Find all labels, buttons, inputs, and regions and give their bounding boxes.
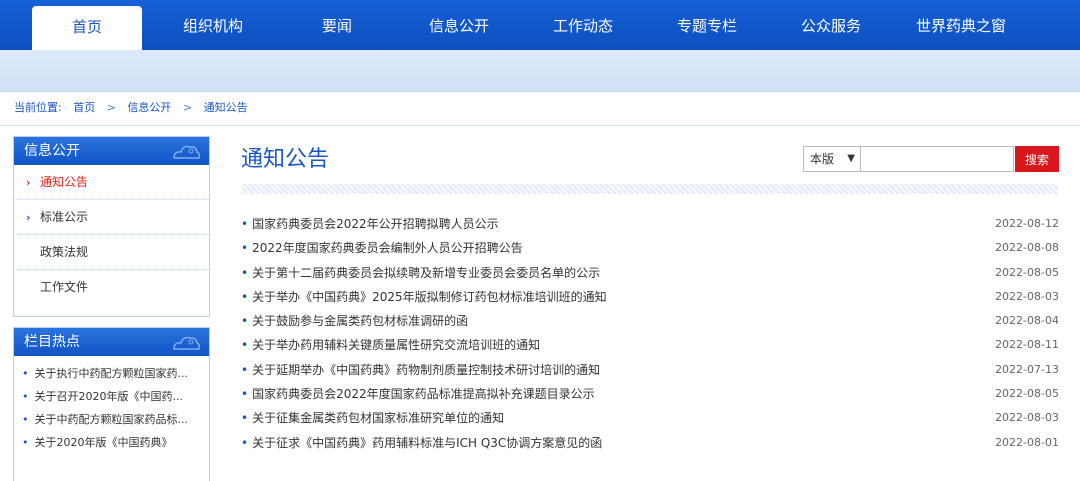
hot-topic-item[interactable]: • 关于召开2020年版《中国药... [14,385,209,408]
hot-topic-item[interactable]: • 关于执行中药配方颗粒国家药... [14,362,209,385]
sidebar-section-menu: 信息公开 › 通知公告 › 标准公示 政策法规 工作文件 [13,136,210,317]
page-title: 通知公告 [241,147,330,172]
hot-topic-item[interactable]: • 关于中药配方颗粒国家药品标... [14,408,209,431]
sidebar-section-title: 信息公开 [14,137,209,165]
search-button[interactable]: 搜索 [1015,146,1059,172]
bullet-icon: • [241,265,249,280]
sub-nav-bar [0,50,1080,92]
cloud-ornament-icon [173,145,200,159]
sidebar-item-work-documents[interactable]: 工作文件 [14,270,209,305]
list-item[interactable]: • 关于第十二届药典委员会拟续聘及新增专业委员会委员名单的公示 2022-08-05 [241,261,1059,285]
news-list: • 国家药典委员会2022年公开招聘拟聘人员公示 2022-08-12 • 2022年… [241,212,1059,455]
sidebar-hot-title: 栏目热点 [14,328,209,356]
breadcrumb-info-disclosure[interactable]: 信息公开 [127,101,171,114]
nav-special-topics[interactable]: 专题专栏 [652,0,762,50]
breadcrumb-current: 通知公告 [203,101,248,114]
sidebar-hot-topics: 栏目热点 • 关于执行中药配方颗粒国家药... • 关于召开2020年版《中国药..… [13,327,210,481]
cloud-ornament-icon [173,336,200,350]
breadcrumb: 当前位置: 首页 > 信息公开 > 通知公告 [14,99,248,117]
breadcrumb-label: 当前位置: [14,101,62,114]
list-item[interactable]: • 关于鼓励参与金属类药包材标准调研的函 2022-08-04 [241,309,1059,333]
nav-organization[interactable]: 组织机构 [158,0,268,50]
bullet-icon: • [241,411,249,426]
bullet-icon: • [241,338,249,353]
nav-public-service[interactable]: 公众服务 [776,0,886,50]
chevron-right-icon: › [26,176,31,189]
bullet-icon: • [22,413,29,426]
list-item[interactable]: • 国家药典委员会2022年度国家药品标准提高拟补充课题目录公示 2022-08-0… [241,382,1059,406]
nav-news[interactable]: 要闻 [282,0,392,50]
list-item[interactable]: • 2022年度国家药典委员会编制外人员公开招聘公告 2022-08-08 [241,236,1059,260]
chevron-down-icon: ▼ [847,153,855,164]
sidebar-item-policies[interactable]: 政策法规 [14,235,209,270]
bullet-icon: • [22,367,29,380]
sidebar-item-notices[interactable]: › 通知公告 [14,165,209,200]
list-item[interactable]: • 国家药典委员会2022年公开招聘拟聘人员公示 2022-08-12 [241,212,1059,236]
bullet-icon: • [22,436,29,449]
bullet-icon: • [241,241,249,256]
bullet-icon: • [22,390,29,403]
list-item[interactable]: • 关于举办药用辅料关键质量属性研究交流培训班的通知 2022-08-11 [241,333,1059,357]
bullet-icon: • [241,217,249,231]
decorative-divider [241,184,1058,194]
breadcrumb-separator: > [182,101,193,114]
list-item[interactable]: • 关于征集金属类药包材国家标准研究单位的通知 2022-08-03 [241,406,1059,430]
divider [0,125,1080,126]
search-input[interactable] [861,146,1014,172]
hot-topic-item[interactable]: • 关于2020年版《中国药典》 [14,431,209,454]
sidebar-item-standards[interactable]: › 标准公示 [14,200,209,235]
nav-home[interactable]: 首页 [32,6,142,50]
bullet-icon: • [241,435,249,450]
list-item[interactable]: • 关于延期举办《中国药典》药物制剂质量控制技术研讨培训的通知 2022-07-13 [241,358,1059,382]
breadcrumb-home[interactable]: 首页 [73,101,95,114]
bullet-icon: • [241,362,249,377]
chevron-right-icon: › [26,211,31,224]
list-item[interactable]: • 关于征求《中国药典》药用辅料标准与ICH Q3C协调方案意见的函 2022-08… [241,431,1059,455]
bullet-icon: • [241,314,249,329]
nav-world-pharmacopoeia[interactable]: 世界药典之窗 [896,0,1026,50]
breadcrumb-separator: > [106,101,116,114]
top-nav: 首页 组织机构 要闻 信息公开 工作动态 专题专栏 公众服务 世界药典之窗 [0,0,1080,50]
nav-info-disclosure[interactable]: 信息公开 [404,0,514,50]
list-item[interactable]: • 关于举办《中国药典》2025年版拟制修订药包材标准培训班的通知 2022-08-… [241,285,1059,309]
bullet-icon: • [241,289,249,304]
search-scope-select[interactable]: 本版 ▼ [803,146,861,172]
bullet-icon: • [241,387,249,402]
nav-work-updates[interactable]: 工作动态 [528,0,638,50]
